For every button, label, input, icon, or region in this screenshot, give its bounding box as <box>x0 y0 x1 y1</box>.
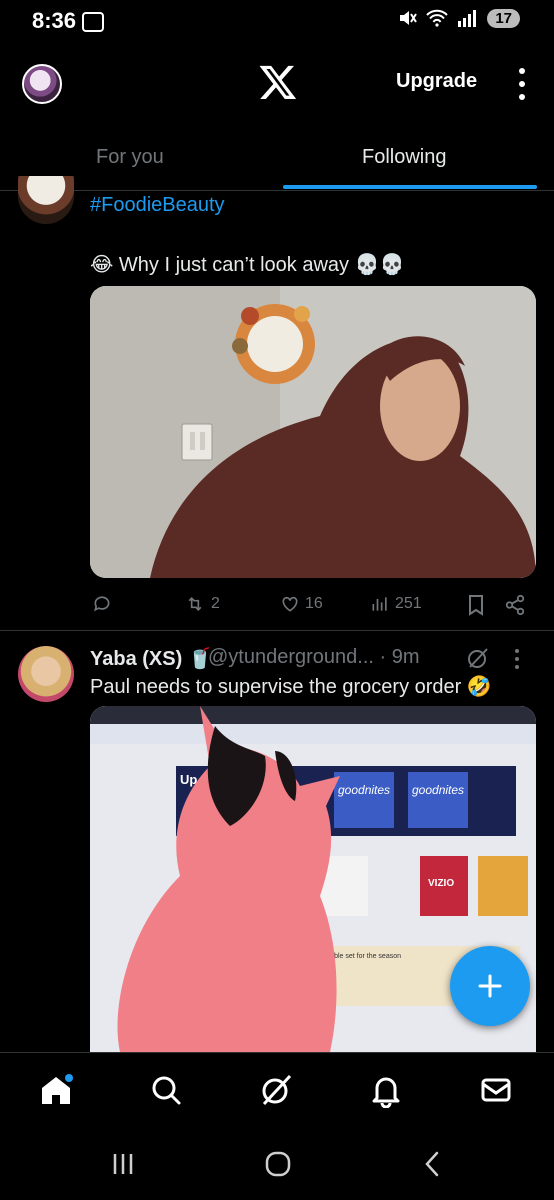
grok-icon[interactable] <box>466 646 490 670</box>
search-icon[interactable] <box>148 1072 184 1108</box>
tweet1-text: 😂 Why I just can’t look away 💀💀 <box>90 254 405 276</box>
status-icons: 17 <box>397 8 520 28</box>
tv-brand-label: VIZIO <box>428 878 454 889</box>
repost-button[interactable]: 2 <box>184 594 220 614</box>
tweet-divider <box>0 630 554 631</box>
view-count: 251 <box>395 595 422 612</box>
bookmark-icon[interactable] <box>466 594 486 616</box>
views-button[interactable]: 251 <box>370 594 422 614</box>
tweet2-avatar[interactable] <box>18 646 74 702</box>
reply-icon <box>94 596 110 612</box>
tabs-divider <box>0 190 554 191</box>
profile-avatar[interactable] <box>22 64 62 104</box>
views-icon <box>372 597 387 611</box>
battery-level: 17 <box>487 8 520 28</box>
share-icon[interactable] <box>504 594 526 616</box>
brand-label-1: goodnites <box>338 783 390 797</box>
tweet2-handle-time[interactable]: @ytunderground... · 9m <box>208 646 420 669</box>
tweet1-hashtag-link[interactable]: #FoodieBeauty <box>90 194 225 217</box>
wifi-icon <box>426 9 449 27</box>
tweet1-media-image[interactable] <box>90 286 536 578</box>
notifications-icon[interactable] <box>368 1072 404 1108</box>
back-icon[interactable] <box>422 1150 442 1178</box>
messages-icon[interactable] <box>478 1072 514 1108</box>
upgrade-button[interactable]: Upgrade <box>396 70 477 93</box>
compose-post-button[interactable] <box>450 946 530 1026</box>
tweet2-text: Paul needs to supervise the grocery orde… <box>90 676 492 698</box>
home-icon[interactable] <box>38 1072 74 1108</box>
tweet2-author-name[interactable]: Yaba (XS) 🥤 <box>90 646 213 671</box>
heart-icon <box>282 596 298 612</box>
mute-icon <box>400 11 418 25</box>
repost-count: 2 <box>211 595 220 612</box>
tweet-more-icon[interactable] <box>512 648 522 670</box>
brand-label-2: goodnites <box>412 783 464 797</box>
tab-selected-indicator <box>283 185 537 189</box>
like-button[interactable]: 16 <box>280 594 323 614</box>
reply-button[interactable] <box>92 594 117 614</box>
home-circle-icon[interactable] <box>264 1150 292 1178</box>
signal-icon <box>458 10 477 27</box>
tab-for-you[interactable]: For you <box>96 146 164 169</box>
status-time: 8:36 <box>32 8 77 33</box>
grok-nav-icon[interactable] <box>258 1072 294 1108</box>
screen-record-icon <box>82 12 104 32</box>
x-logo-icon[interactable] <box>258 62 298 102</box>
repost-icon <box>188 596 202 612</box>
tab-following[interactable]: Following <box>362 146 446 169</box>
more-options-icon[interactable] <box>514 68 530 100</box>
like-count: 16 <box>305 595 323 612</box>
tweet1-photo <box>90 286 536 578</box>
plus-icon <box>478 974 502 998</box>
tweet1-avatar[interactable] <box>18 176 74 224</box>
recents-icon[interactable] <box>110 1152 136 1176</box>
